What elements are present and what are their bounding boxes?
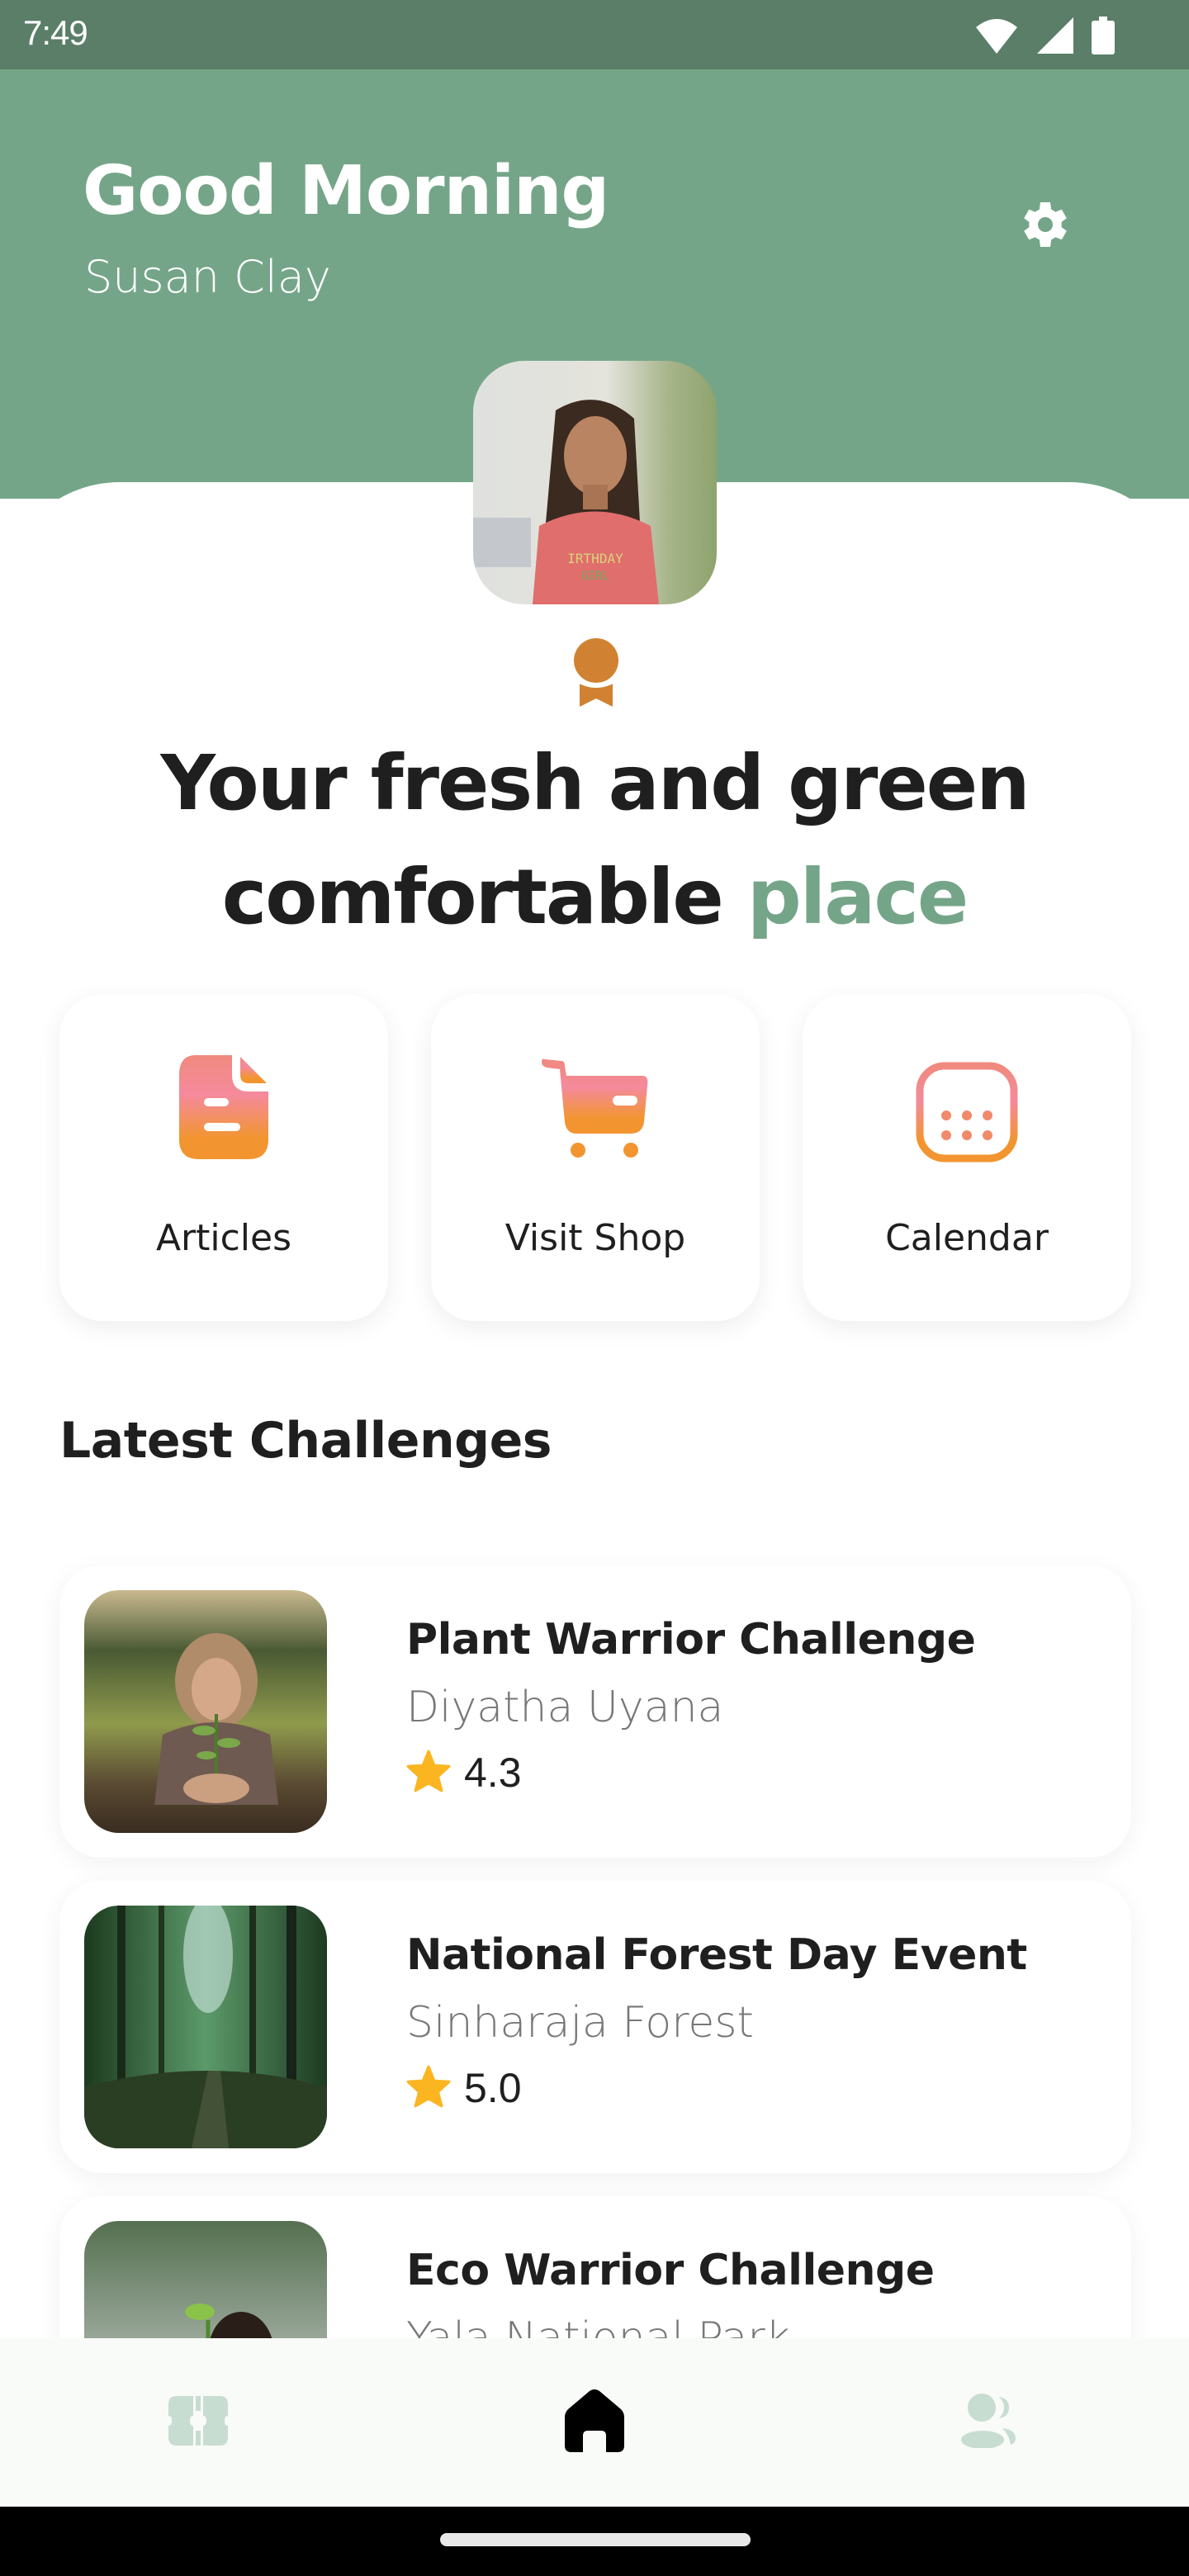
rating-value: 5.0 [464, 2065, 522, 2111]
star-icon [406, 1750, 451, 1796]
calendar-button[interactable]: Calendar [803, 994, 1131, 1321]
challenge-card[interactable]: Plant Warrior Challenge Diyatha Uyana 4.… [59, 1565, 1131, 1858]
challenge-rating: 5.0 [406, 2064, 522, 2112]
headline-accent-word: place [746, 853, 969, 941]
headline: Your fresh and green comfortable place [0, 727, 1189, 954]
quick-actions: Articles Visit Shop Calendar [59, 994, 1131, 1321]
challenge-location: Sinharaja Forest [406, 1998, 754, 2048]
challenge-image [84, 1590, 327, 1833]
nav-item-home[interactable] [396, 2338, 793, 2507]
latest-challenges-title: Latest Challenges [59, 1412, 552, 1470]
challenge-location: Diyatha Uyana [406, 1683, 724, 1732]
challenge-image [84, 1906, 327, 2148]
status-time: 7:49 [23, 13, 88, 52]
calendar-icon [905, 1045, 1029, 1169]
articles-label: Articles [155, 1217, 292, 1259]
star-icon [406, 2065, 451, 2111]
gear-icon [1016, 195, 1075, 258]
cellular-signal-icon [1037, 17, 1073, 57]
user-name: Susan Clay [84, 251, 331, 303]
svg-text:GIRL: GIRL [581, 570, 609, 583]
challenge-card[interactable]: National Forest Day Event Sinharaja Fore… [59, 1881, 1131, 2173]
challenge-title: Plant Warrior Challenge [406, 1615, 976, 1664]
home-icon [565, 2389, 624, 2455]
battery-icon [1092, 17, 1115, 58]
bottom-navigation [0, 2338, 1189, 2507]
wifi-icon [974, 17, 1019, 57]
calendar-label: Calendar [885, 1217, 1049, 1259]
headline-line-2-prefix: comfortable [221, 853, 747, 941]
avatar[interactable]: IRTHDAY GIRL [473, 361, 717, 604]
headline-line-2: comfortable place [0, 841, 1189, 954]
headline-line-1: Your fresh and green [160, 739, 1030, 827]
dashboard-icon [168, 2396, 228, 2449]
rating-value: 4.3 [464, 1750, 522, 1796]
challenge-title: Eco Warrior Challenge [406, 2246, 935, 2295]
challenge-title: National Forest Day Event [406, 1930, 1027, 1980]
home-gesture-handle[interactable] [440, 2533, 751, 2546]
visit-shop-button[interactable]: Visit Shop [431, 994, 760, 1321]
document-icon [162, 1045, 286, 1169]
nav-item-dashboard[interactable] [0, 2338, 396, 2507]
award-ribbon-icon [573, 637, 619, 708]
users-icon [961, 2394, 1021, 2451]
avatar-image: IRTHDAY GIRL [473, 361, 717, 604]
shopping-cart-icon [533, 1045, 657, 1169]
articles-button[interactable]: Articles [59, 994, 388, 1321]
status-icons [974, 17, 1115, 58]
nav-item-community[interactable] [793, 2338, 1189, 2507]
visit-shop-label: Visit Shop [504, 1217, 686, 1259]
status-bar: 7:49 [0, 0, 1189, 69]
svg-text:IRTHDAY: IRTHDAY [567, 551, 623, 566]
greeting-title: Good Morning [83, 152, 609, 230]
system-gesture-bar [0, 2507, 1189, 2576]
settings-button[interactable] [1012, 193, 1078, 259]
challenge-rating: 4.3 [406, 1749, 522, 1797]
